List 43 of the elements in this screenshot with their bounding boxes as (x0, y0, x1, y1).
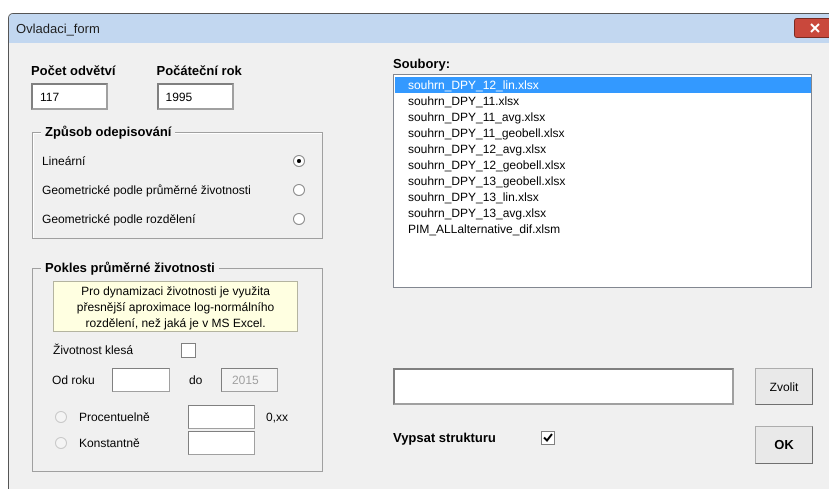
file-list[interactable] (393, 74, 812, 288)
radio-button[interactable] (293, 213, 305, 225)
input-field[interactable]: 117 (31, 83, 108, 110)
file-item[interactable]: souhrn_DPY_13_geobell.xlsx (395, 173, 811, 189)
close-icon (810, 23, 820, 33)
list-label: Soubory: (393, 56, 452, 72)
option-label: Konstantně (79, 435, 141, 452)
option-label: Procentuelně (79, 409, 151, 426)
field-label: do (189, 372, 204, 389)
option-label: Geometrické podle rozdělení (42, 211, 196, 228)
radio-button[interactable] (293, 155, 305, 167)
file-item[interactable]: souhrn_DPY_11.xlsx (395, 93, 811, 109)
file-item[interactable]: souhrn_DPY_12_geobell.xlsx (395, 157, 811, 173)
check-icon (543, 433, 553, 442)
field-label: Od roku (52, 372, 96, 389)
group-title: Pokles průměrné životnosti (41, 260, 219, 276)
checkbox-label: Vypsat strukturu (393, 429, 497, 447)
field-label: Počáteční rok (156, 63, 242, 79)
input-field[interactable] (188, 405, 255, 429)
choose-button[interactable]: Zvolit (755, 368, 813, 405)
input-field[interactable] (112, 368, 170, 392)
file-item[interactable]: souhrn_DPY_12_avg.xlsx (395, 141, 811, 157)
info-note: Pro dynamizaci životnosti je využita přesnější aproximace log-normálního rozdělení, než jaká je v MS Excel. (53, 281, 298, 332)
file-item[interactable]: souhrn_DPY_13_lin.xlsx (395, 189, 811, 205)
path-field[interactable] (393, 368, 734, 405)
checkbox[interactable] (181, 342, 196, 358)
file-item[interactable]: souhrn_DPY_13_avg.xlsx (395, 205, 811, 221)
radio-button[interactable] (293, 184, 305, 196)
option-label: Geometrické podle průměrné životnosti (42, 182, 252, 199)
window-title: Ovladaci_form (16, 20, 100, 38)
unit-hint: 0,xx (266, 409, 288, 426)
file-item[interactable]: PIM_ALLalternative_dif.xlsm (395, 221, 811, 237)
input-field[interactable] (188, 431, 255, 455)
option-label: Lineární (42, 153, 86, 170)
group-title: Způsob odepisování (41, 124, 176, 140)
field-label: Počet odvětví (31, 63, 116, 79)
close-button[interactable] (794, 18, 829, 38)
checkbox[interactable] (541, 430, 555, 445)
input-field[interactable]: 1995 (156, 83, 234, 110)
checkbox-label: Životnost klesá (53, 342, 134, 359)
ok-button[interactable]: OK (755, 426, 813, 464)
file-item[interactable]: souhrn_DPY_11_geobell.xlsx (395, 125, 811, 141)
file-item[interactable]: souhrn_DPY_11_avg.xlsx (395, 109, 811, 125)
